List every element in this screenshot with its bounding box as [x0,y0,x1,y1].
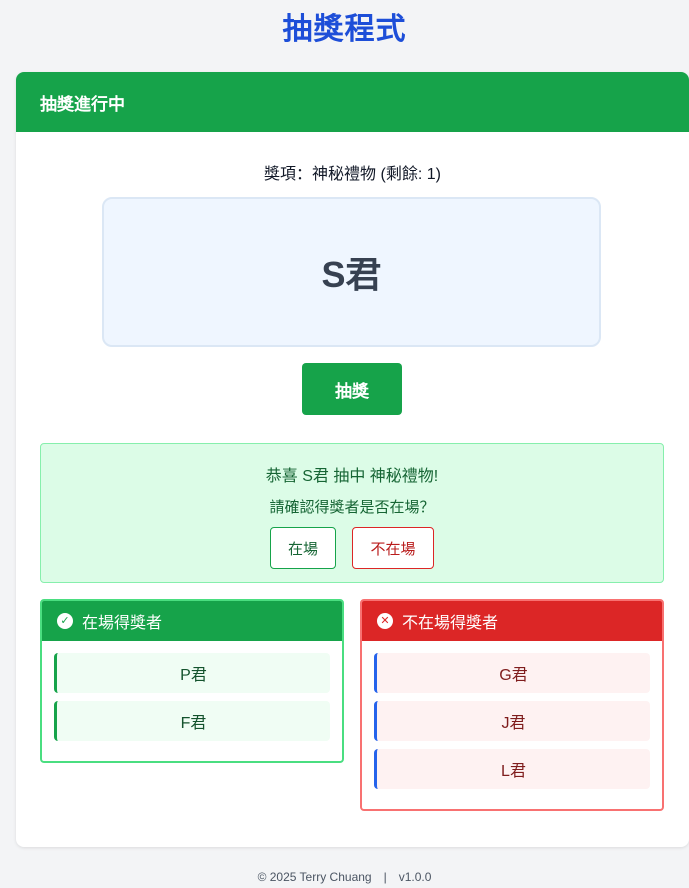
confirm-prompt: 請確認得獎者是否在場？ [269,499,435,516]
present-winners-header: ✓ 在場得獎者 [42,601,342,641]
present-winners-title: 在場得獎者 [82,615,163,632]
confirm-buttons: 在場 不在場 [41,527,663,569]
check-circle-icon: ✓ [57,613,73,629]
copyright-text: © 2025 Terry Chuang [257,870,372,884]
draw-card: 抽獎進行中 獎項：神秘禮物 (剩餘: 1) S君 抽獎 恭喜 S君 抽中 神秘禮… [16,72,689,847]
winner-message: 恭喜 S君 抽中 神秘禮物! [265,468,439,485]
present-button[interactable]: 在場 [270,527,336,569]
absent-button[interactable]: 不在場 [352,527,434,569]
draw-button[interactable]: 抽獎 [302,363,402,415]
present-winners-panel: ✓ 在場得獎者 P君 F君 [40,599,344,763]
drawn-name-display: S君 [102,197,601,347]
prize-info: 獎項：神秘禮物 (剩餘: 1) [264,166,441,183]
x-circle-icon: ✕ [377,613,393,629]
winner-confirmation-box: 恭喜 S君 抽中 神秘禮物! 請確認得獎者是否在場？ 在場 不在場 [40,443,664,583]
footer-separator: | [383,870,387,884]
list-item: P君 [54,653,330,693]
absent-winners-title: 不在場得獎者 [402,615,499,632]
version-text: v1.0.0 [398,870,432,884]
list-item: L君 [374,749,650,789]
card-header: 抽獎進行中 [16,72,689,132]
list-item: J君 [374,701,650,741]
absent-winners-list: G君 J君 L君 [362,641,662,789]
absent-winners-header: ✕ 不在場得獎者 [362,601,662,641]
list-item: G君 [374,653,650,693]
footer: © 2025 Terry Chuang | v1.0.0 [0,870,689,884]
absent-winners-panel: ✕ 不在場得獎者 G君 J君 L君 [360,599,664,811]
page-title: 抽獎程式 [282,13,407,46]
present-winners-list: P君 F君 [42,641,342,741]
list-item: F君 [54,701,330,741]
